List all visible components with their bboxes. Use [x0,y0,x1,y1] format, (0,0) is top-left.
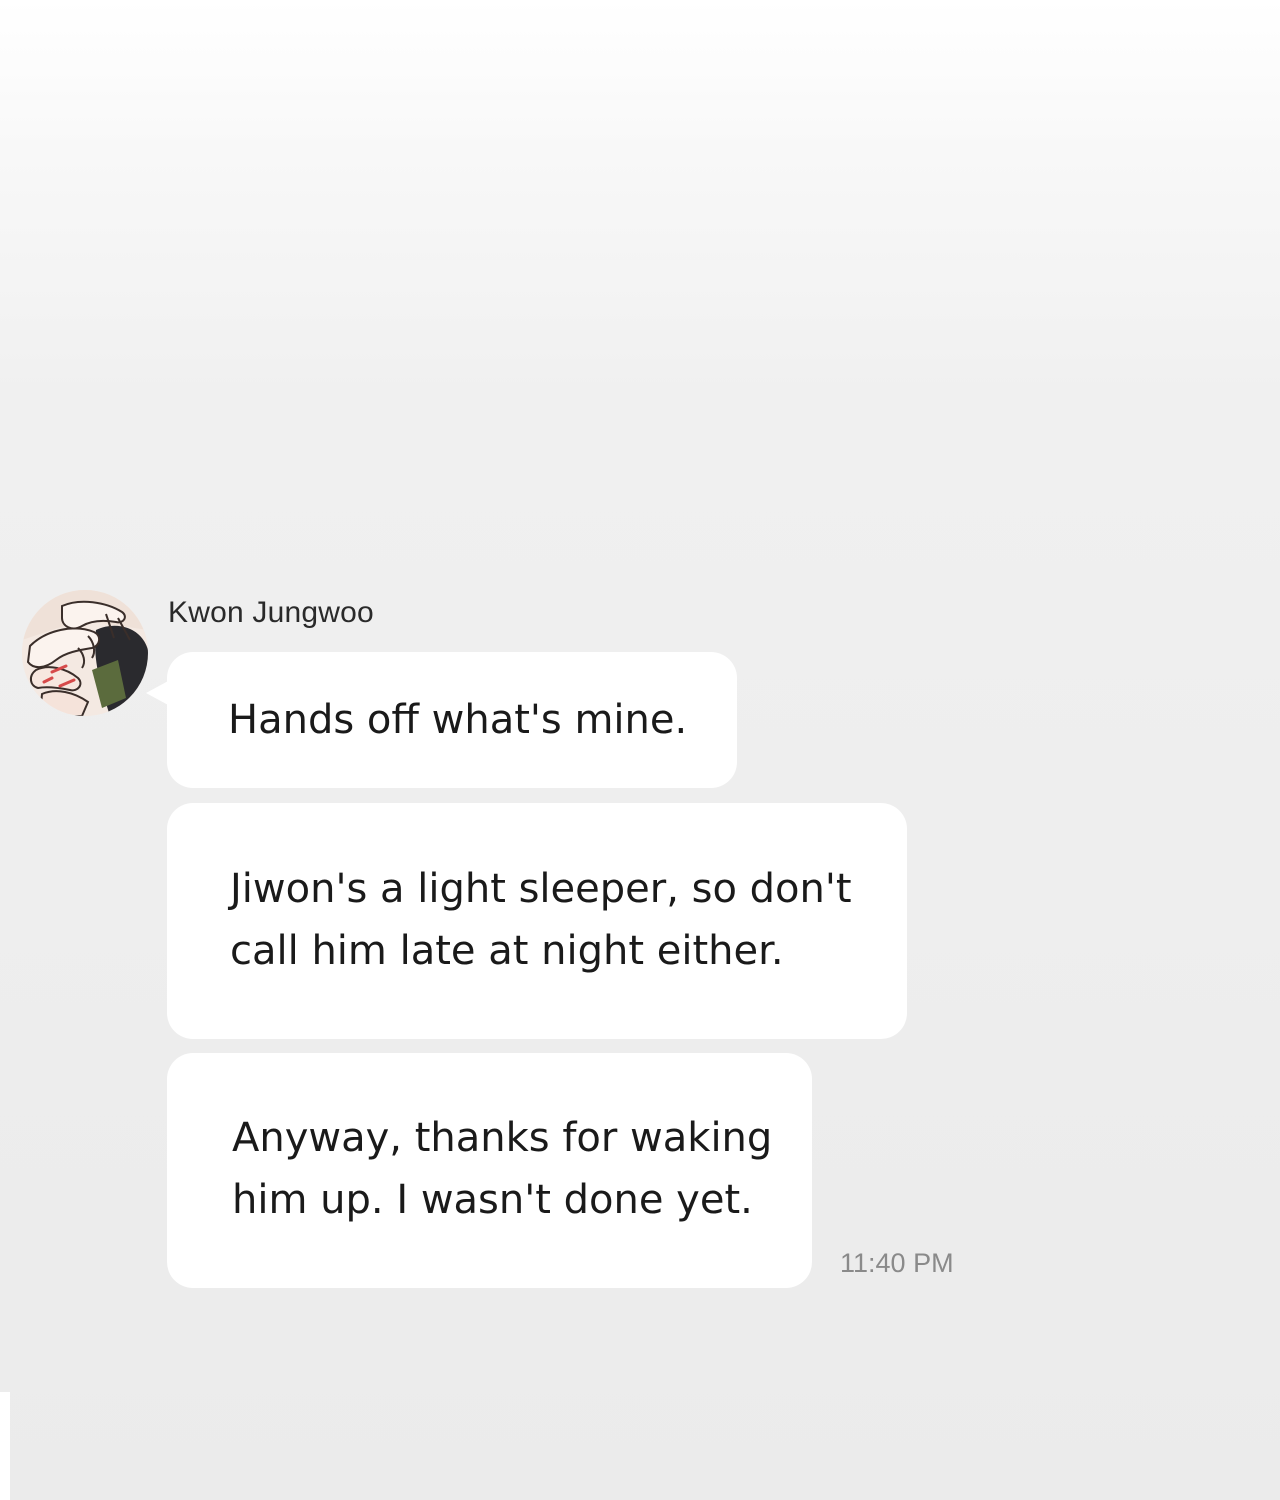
panel-edge-divider [0,1392,10,1500]
avatar-illustration-icon [22,590,148,716]
sender-avatar[interactable] [22,590,148,716]
message-text-line: him up. I wasn't done yet. [232,1177,753,1223]
message-bubble[interactable]: Hands off what's mine. [167,652,737,788]
message-text-line: Anyway, thanks for waking [232,1115,773,1161]
chat-view: Kwon Jungwoo Hands off what's mine. Jiwo… [0,0,1280,1500]
message-bubble[interactable]: Anyway, thanks for waking him up. I wasn… [167,1053,812,1288]
sender-name: Kwon Jungwoo [168,596,374,629]
message-text-line: Jiwon's a light sleeper, so don't [230,866,852,912]
message-text-line: Hands off what's mine. [228,697,688,743]
message-text-line: call him late at night either. [230,928,784,974]
message-timestamp: 11:40 PM [840,1248,954,1278]
message-bubble[interactable]: Jiwon's a light sleeper, so don't call h… [167,803,907,1039]
